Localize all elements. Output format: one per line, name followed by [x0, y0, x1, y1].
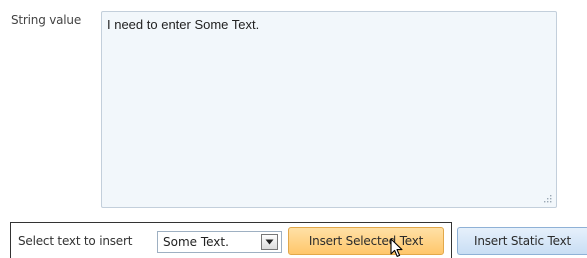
resize-grip-icon[interactable] [542, 193, 552, 203]
string-value-editor: String value I need to enter Some Text. … [0, 0, 587, 258]
dropdown-selected-value: Some Text. [163, 235, 229, 249]
insert-selected-text-button[interactable]: Insert Selected Text [288, 227, 444, 255]
insert-static-text-button[interactable]: Insert Static Text [457, 227, 587, 255]
string-value-textarea[interactable]: I need to enter Some Text. [101, 11, 557, 208]
insert-text-dropdown[interactable]: Some Text. [157, 231, 282, 253]
chevron-down-icon [265, 239, 274, 245]
dropdown-toggle-button[interactable] [261, 234, 278, 250]
select-text-label: Select text to insert [18, 234, 133, 248]
string-value-label: String value [11, 13, 82, 27]
mouse-cursor-icon [390, 238, 403, 257]
string-value-text[interactable]: I need to enter Some Text. [107, 17, 259, 32]
